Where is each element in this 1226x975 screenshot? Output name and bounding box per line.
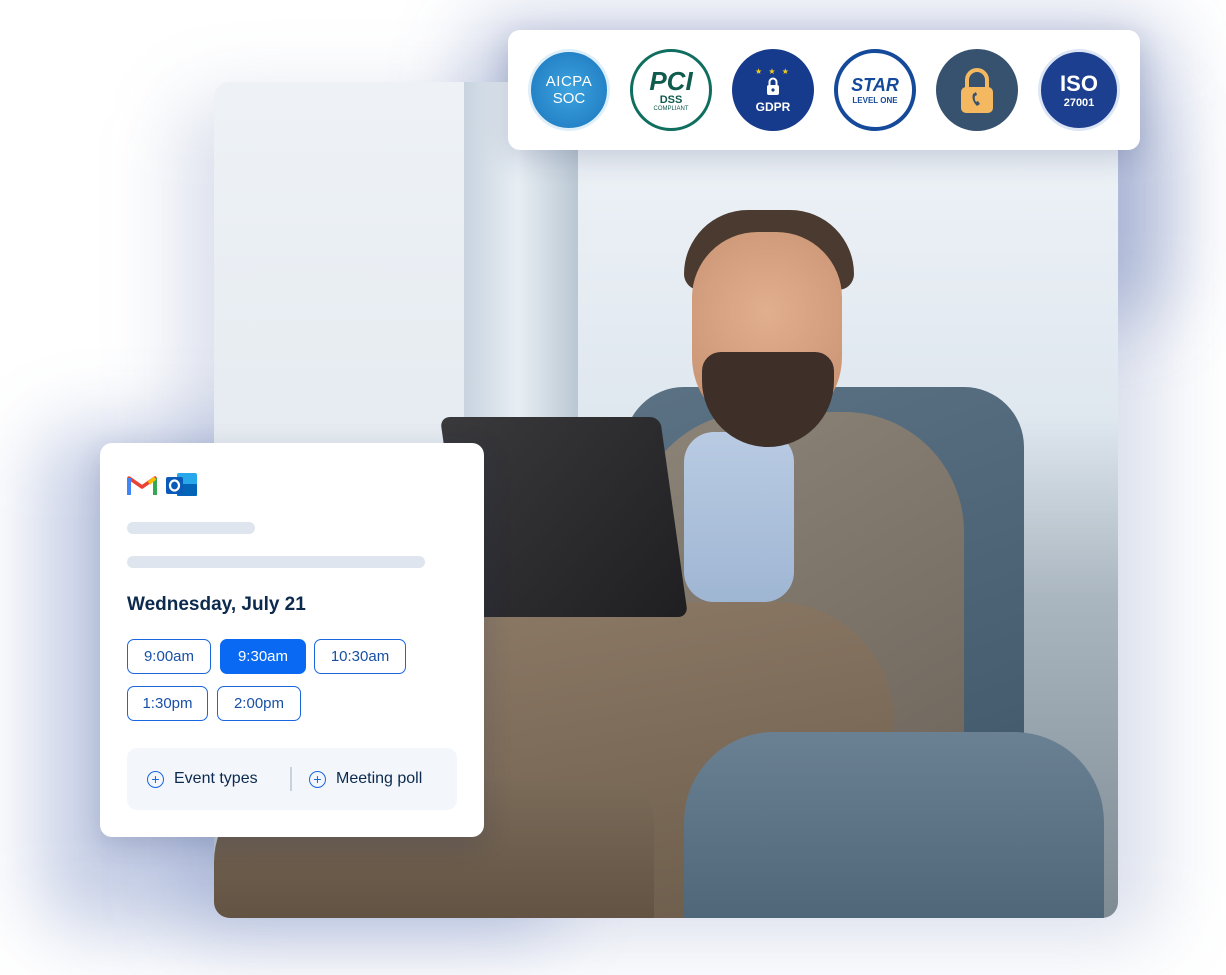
gdpr-badge: ★ ★ ★ GDPR [732, 49, 814, 131]
event-types-label: Event types [174, 770, 258, 787]
aicpa-label: AICPA [545, 73, 593, 90]
iso-27001-badge: ISO 27001 [1038, 49, 1120, 131]
padlock-icon [767, 77, 779, 95]
time-slot-button[interactable]: 1:30pm [127, 686, 208, 721]
level-one-label: LEVEL ONE [852, 96, 898, 105]
phone-lock-icon [961, 68, 993, 113]
dss-label: DSS [659, 94, 683, 106]
time-slot-button[interactable]: 10:30am [314, 639, 406, 674]
eu-stars-icon: ★ ★ ★ [755, 66, 791, 76]
event-types-button[interactable]: + Event types [147, 748, 258, 810]
photo-chair-arm [684, 732, 1104, 918]
aicpa-soc-badge: AICPA SOC [528, 49, 610, 131]
scheduling-card: Wednesday, July 21 9:00am 9:30am 10:30am… [100, 443, 484, 837]
compliant-label: COMPLIANT [653, 106, 689, 112]
iso-number-label: 27001 [1063, 97, 1095, 109]
outlook-icon[interactable] [165, 471, 199, 499]
star-label: STAR [851, 75, 899, 95]
plus-circle-icon: + [147, 770, 164, 788]
time-slot-button[interactable]: 2:00pm [217, 686, 301, 721]
lock-icon [936, 49, 1018, 131]
iso-label: ISO [1060, 71, 1098, 96]
pci-dss-badge: PCI DSS COMPLIANT [630, 49, 712, 131]
scheduler-actions: + Event types + Meeting poll [127, 748, 457, 810]
meeting-poll-label: Meeting poll [336, 770, 423, 787]
star-level-one-badge: STAR LEVEL ONE [834, 49, 916, 131]
photo-person-shirt [684, 432, 794, 602]
pci-label: PCI [649, 66, 693, 96]
actions-divider [290, 767, 292, 791]
plus-circle-icon: + [309, 770, 326, 788]
time-slot-button-selected[interactable]: 9:30am [220, 639, 306, 674]
meeting-poll-button[interactable]: + Meeting poll [309, 748, 422, 810]
certifications-card: AICPA SOC PCI DSS COMPLIANT ★ ★ ★ GDPR S… [508, 30, 1140, 150]
skeleton-line [127, 556, 425, 568]
soc-label: SOC [552, 90, 586, 107]
skeleton-line [127, 522, 255, 534]
time-slot-button[interactable]: 9:00am [127, 639, 211, 674]
gmail-icon[interactable] [127, 473, 157, 497]
selected-date: Wednesday, July 21 [127, 594, 306, 615]
gdpr-label: GDPR [755, 99, 791, 114]
